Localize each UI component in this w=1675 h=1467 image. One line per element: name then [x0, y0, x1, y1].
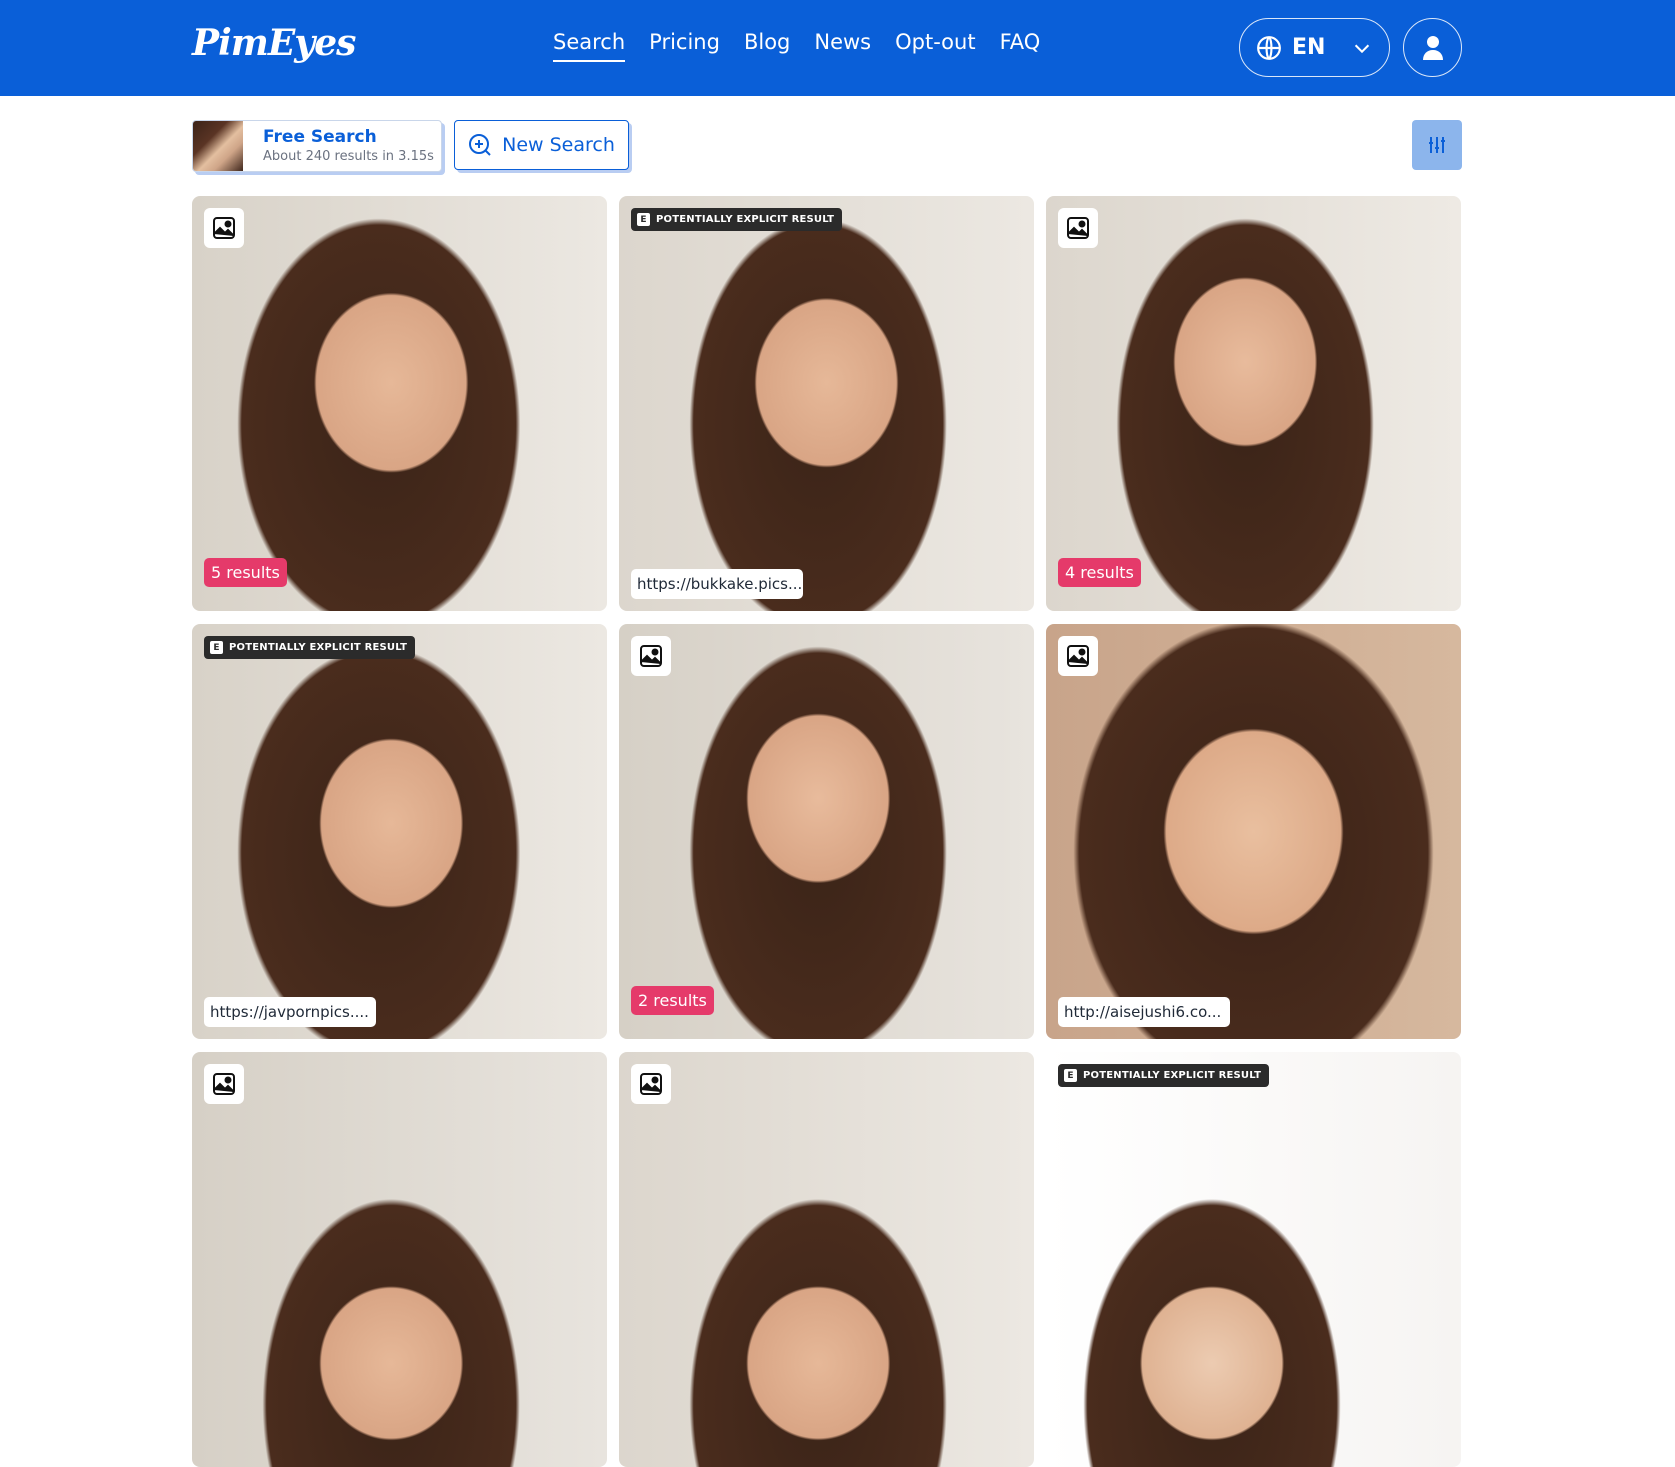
free-search-card[interactable]: Free Search About 240 results in 3.15s [192, 120, 442, 172]
image-icon [631, 636, 671, 676]
result-card[interactable]: http://aisejushi6.co... [1046, 624, 1461, 1039]
result-card[interactable]: 2 results [619, 624, 1034, 1039]
result-card[interactable]: E POTENTIALLY EXPLICIT RESULT https://bukk… [619, 196, 1034, 611]
result-card[interactable]: E POTENTIALLY EXPLICIT RESULT https://javp… [192, 624, 607, 1039]
results-count-badge: 2 results [631, 986, 714, 1015]
language-code: EN [1292, 35, 1326, 60]
chevron-down-icon [1354, 44, 1370, 54]
image-icon [204, 1064, 244, 1104]
explicit-icon: E [637, 213, 650, 226]
explicit-icon: E [210, 641, 223, 654]
nav-news[interactable]: News [814, 30, 871, 62]
user-icon [1422, 35, 1443, 60]
image-icon [1058, 636, 1098, 676]
results-summary: About 240 results in 3.15s [263, 149, 434, 165]
result-photo [619, 1052, 1034, 1467]
result-photo [1046, 624, 1461, 1039]
result-photo [192, 624, 607, 1039]
account-button[interactable] [1403, 18, 1462, 77]
nav-pricing[interactable]: Pricing [649, 30, 720, 62]
result-card[interactable]: E POTENTIALLY EXPLICIT RESULT [1046, 1052, 1461, 1467]
result-photo [192, 196, 607, 611]
search-toolbar: Free Search About 240 results in 3.15s N… [192, 120, 1462, 172]
filters-button[interactable] [1412, 120, 1462, 170]
explicit-badge: E POTENTIALLY EXPLICIT RESULT [204, 636, 416, 659]
top-navigation-bar: PimEyes Search Pricing Blog News Opt-out… [0, 0, 1675, 96]
result-photo [619, 624, 1034, 1039]
nav-opt-out[interactable]: Opt-out [895, 30, 975, 62]
explicit-label: POTENTIALLY EXPLICIT RESULT [1083, 1070, 1262, 1081]
result-url[interactable]: http://aisejushi6.co... [1058, 997, 1230, 1027]
result-card[interactable]: 4 results [1046, 196, 1461, 611]
language-selector[interactable]: EN [1239, 18, 1390, 77]
result-photo [619, 196, 1034, 611]
nav-faq[interactable]: FAQ [1000, 30, 1041, 62]
free-search-title: Free Search [263, 126, 377, 147]
sliders-icon [1429, 137, 1445, 153]
globe-icon [1257, 35, 1281, 60]
search-plus-icon [469, 134, 491, 156]
explicit-label: POTENTIALLY EXPLICIT RESULT [656, 214, 835, 225]
new-search-label: New Search [502, 134, 615, 156]
result-photo [192, 1052, 607, 1467]
result-card[interactable] [192, 1052, 607, 1467]
result-photo [1046, 196, 1461, 611]
image-icon [1058, 208, 1098, 248]
explicit-icon: E [1064, 1069, 1077, 1082]
new-search-button[interactable]: New Search [454, 120, 629, 170]
image-icon [204, 208, 244, 248]
explicit-label: POTENTIALLY EXPLICIT RESULT [229, 642, 408, 653]
image-icon [631, 1064, 671, 1104]
result-url[interactable]: https://javpornpics.... [204, 997, 376, 1027]
nav-blog[interactable]: Blog [744, 30, 790, 62]
main-nav: Search Pricing Blog News Opt-out FAQ [553, 30, 1040, 62]
result-photo [1046, 1052, 1461, 1467]
results-count-badge: 5 results [204, 558, 287, 587]
nav-search[interactable]: Search [553, 30, 626, 62]
explicit-badge: E POTENTIALLY EXPLICIT RESULT [1058, 1064, 1270, 1087]
result-card[interactable]: 5 results [192, 196, 607, 611]
result-url[interactable]: https://bukkake.pics... [631, 569, 803, 599]
pimeyes-logo[interactable]: PimEyes [192, 22, 356, 64]
explicit-badge: E POTENTIALLY EXPLICIT RESULT [631, 208, 843, 231]
result-card[interactable] [619, 1052, 1034, 1467]
query-thumbnail [193, 121, 243, 171]
results-count-badge: 4 results [1058, 558, 1141, 587]
